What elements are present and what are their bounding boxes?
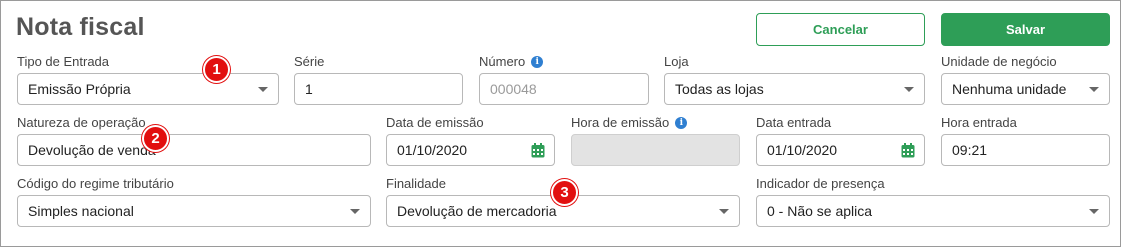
data-entrada-label: Data entrada bbox=[756, 115, 832, 130]
callout-badge-3: 3 bbox=[551, 179, 578, 206]
numero-label-wrap: Número i bbox=[479, 54, 544, 69]
hora-emissao-label-wrap: Hora de emissão i bbox=[571, 115, 688, 130]
serie-label: Série bbox=[294, 54, 325, 69]
hora-entrada-label: Hora entrada bbox=[941, 115, 1017, 130]
regime-tributario-value: Simples nacional bbox=[28, 203, 134, 219]
callout-badge-1: 1 bbox=[203, 56, 230, 83]
indicador-presenca-value: 0 - Não se aplica bbox=[767, 203, 873, 219]
hora-emissao-label: Hora de emissão bbox=[571, 115, 670, 130]
loja-label: Loja bbox=[664, 54, 689, 69]
hora-entrada-input[interactable]: 09:21 bbox=[941, 134, 1110, 166]
calendar-icon[interactable] bbox=[531, 143, 545, 158]
save-button[interactable]: Salvar bbox=[941, 13, 1110, 46]
finalidade-label: Finalidade bbox=[386, 176, 446, 191]
chevron-down-icon bbox=[1089, 87, 1099, 92]
data-entrada-input[interactable]: 01/10/2020 bbox=[756, 134, 925, 166]
natureza-operacao-input[interactable]: Devolução de venda bbox=[17, 134, 371, 166]
hora-entrada-value: 09:21 bbox=[952, 142, 988, 158]
unidade-negocio-label: Unidade de negócio bbox=[941, 54, 1057, 69]
info-icon[interactable]: i bbox=[675, 116, 688, 129]
chevron-down-icon bbox=[1089, 209, 1099, 214]
data-emissao-input[interactable]: 01/10/2020 bbox=[386, 134, 555, 166]
tipo-entrada-label: Tipo de Entrada bbox=[17, 54, 110, 69]
chevron-down-icon bbox=[350, 209, 360, 214]
numero-label: Número bbox=[479, 54, 526, 69]
serie-input[interactable]: 1 bbox=[294, 73, 463, 105]
page-title: Nota fiscal bbox=[16, 13, 145, 41]
nota-fiscal-form: Nota fiscal Cancelar Salvar Tipo de Entr… bbox=[0, 0, 1121, 247]
regime-tributario-label: Código do regime tributário bbox=[17, 176, 174, 191]
tipo-entrada-select[interactable]: Emissão Própria bbox=[17, 73, 279, 105]
unidade-negocio-select[interactable]: Nenhuma unidade bbox=[941, 73, 1110, 105]
chevron-down-icon bbox=[258, 87, 268, 92]
natureza-operacao-label: Natureza de operação bbox=[17, 115, 146, 130]
numero-input[interactable]: 000048 bbox=[479, 73, 649, 105]
data-emissao-label: Data de emissão bbox=[386, 115, 484, 130]
numero-placeholder: 000048 bbox=[490, 81, 537, 97]
indicador-presenca-select[interactable]: 0 - Não se aplica bbox=[756, 195, 1110, 227]
serie-value: 1 bbox=[305, 81, 313, 97]
loja-value: Todas as lojas bbox=[675, 81, 764, 97]
indicador-presenca-label: Indicador de presença bbox=[756, 176, 885, 191]
cancel-button[interactable]: Cancelar bbox=[756, 13, 925, 46]
chevron-down-icon bbox=[719, 209, 729, 214]
info-icon[interactable]: i bbox=[531, 55, 544, 68]
data-entrada-value: 01/10/2020 bbox=[767, 142, 838, 158]
regime-tributario-select[interactable]: Simples nacional bbox=[17, 195, 371, 227]
callout-badge-2: 2 bbox=[142, 125, 169, 152]
hora-emissao-input bbox=[571, 134, 740, 166]
finalidade-value: Devolução de mercadoria bbox=[397, 203, 557, 219]
unidade-negocio-value: Nenhuma unidade bbox=[952, 81, 1067, 97]
chevron-down-icon bbox=[904, 87, 914, 92]
tipo-entrada-value: Emissão Própria bbox=[28, 81, 131, 97]
loja-select[interactable]: Todas as lojas bbox=[664, 73, 925, 105]
calendar-icon[interactable] bbox=[901, 143, 915, 158]
natureza-operacao-value: Devolução de venda bbox=[28, 142, 156, 158]
data-emissao-value: 01/10/2020 bbox=[397, 142, 468, 158]
